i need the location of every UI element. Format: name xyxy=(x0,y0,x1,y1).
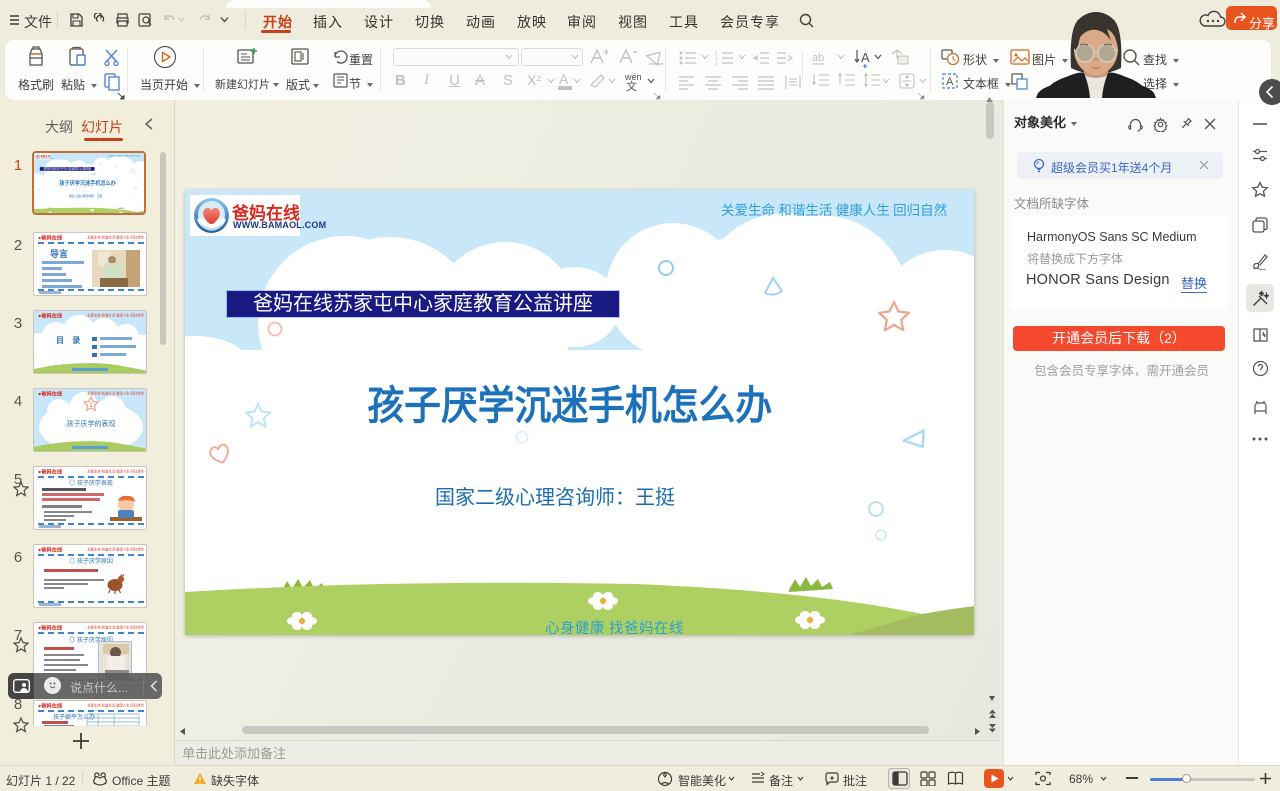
svg-text:文: 文 xyxy=(626,79,637,92)
svg-text:A: A xyxy=(861,50,870,65)
svg-text:1: 1 xyxy=(89,402,93,409)
svg-text:ab: ab xyxy=(812,52,824,64)
svg-text:3: 3 xyxy=(715,62,718,66)
svg-text:A: A xyxy=(946,76,954,88)
